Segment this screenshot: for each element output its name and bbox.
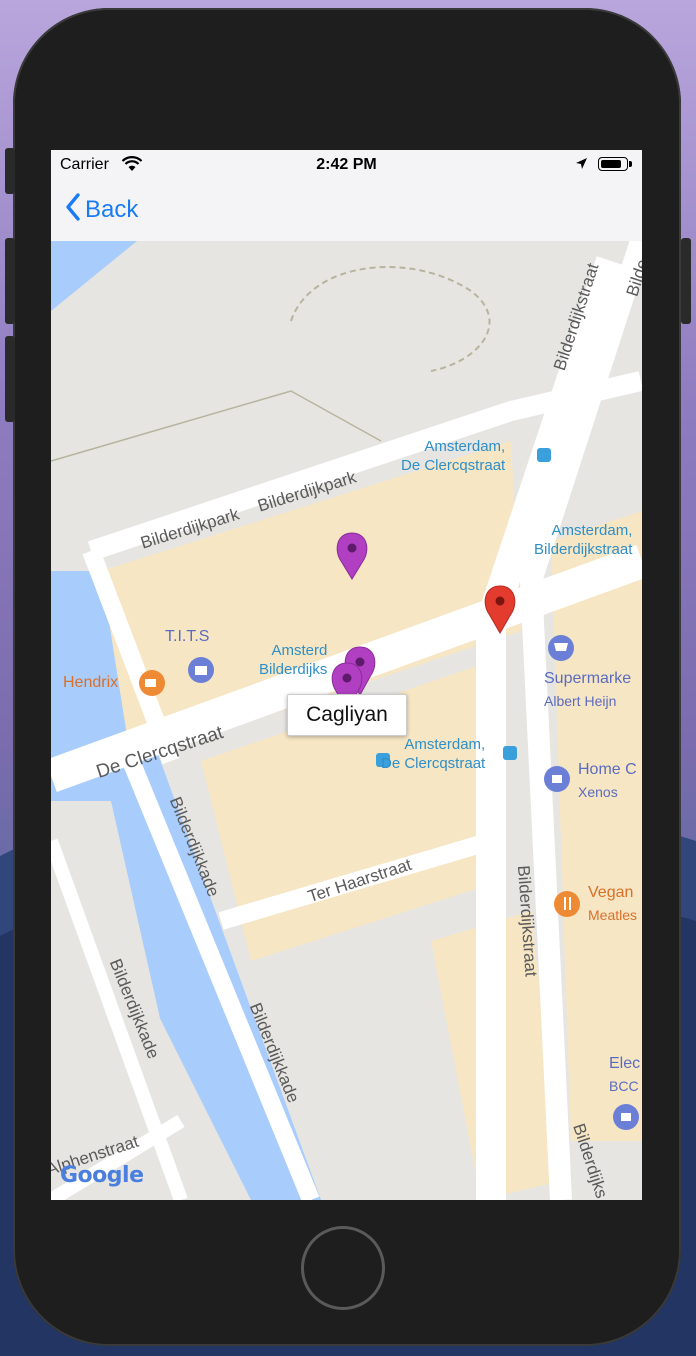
poi-label-supermarket: Supermarke bbox=[544, 670, 632, 687]
poi-label-elec-sub: BCC bbox=[609, 1078, 639, 1094]
cafe-poi-icon bbox=[139, 670, 165, 696]
poi-label-supermarket-sub: Albert Heijn bbox=[544, 693, 617, 709]
battery-nub bbox=[629, 161, 632, 167]
transit-label-2: Amsterdam, Bilderdijkstraat bbox=[534, 521, 632, 559]
chevron-left-icon bbox=[65, 192, 85, 228]
transit-icon-1 bbox=[537, 448, 551, 462]
map-view[interactable]: Bilderdijkpark Bilderdijkpark Bilderdijk… bbox=[51, 241, 642, 1200]
marker-info-window[interactable]: Cagliyan bbox=[287, 694, 407, 736]
transit-label-1-line1: Amsterdam, bbox=[424, 438, 506, 455]
transit-label-1: Amsterdam, De Clercqstraat bbox=[401, 437, 505, 475]
shop-poi-icon bbox=[544, 766, 570, 792]
transit-label-2-line1: Amsterdam, bbox=[551, 522, 633, 539]
supermarket-poi-icon bbox=[548, 635, 574, 661]
location-arrow-icon bbox=[575, 157, 588, 175]
transit-label-4-line2: De Clercqstraat bbox=[381, 755, 486, 772]
transit-label-3-line2: Bilderdijks bbox=[259, 661, 328, 678]
google-logo: Google bbox=[60, 1163, 144, 1188]
transit-label-3: Amsterd Bilderdijks bbox=[259, 641, 327, 679]
transit-label-2-line2: Bilderdijkstraat bbox=[534, 541, 633, 558]
power-button bbox=[681, 238, 691, 324]
poi-label-home: Home C bbox=[578, 761, 637, 778]
status-time: 2:42 PM bbox=[316, 156, 377, 173]
poi-label-hendrix: Hendrix bbox=[63, 674, 119, 691]
battery-icon bbox=[598, 157, 632, 171]
volume-down-button bbox=[5, 336, 15, 422]
back-button[interactable]: Back bbox=[65, 192, 138, 228]
transit-label-3-line1: Amsterd bbox=[271, 642, 328, 659]
transit-label-4-line1: Amsterdam, bbox=[404, 736, 486, 753]
poi-label-vegan-sub: Meatles bbox=[588, 907, 638, 923]
tits-poi-icon bbox=[188, 657, 214, 683]
restaurant-poi-icon bbox=[554, 891, 580, 917]
poi-label-tits: T.I.T.S bbox=[165, 628, 210, 645]
poi-label-elec: Elec bbox=[609, 1055, 641, 1072]
poi-label-vegan: Vegan bbox=[588, 884, 634, 901]
transit-label-1-line2: De Clercqstraat bbox=[401, 457, 506, 474]
poi-label-home-sub: Xenos bbox=[578, 784, 618, 800]
navigation-bar: Back bbox=[51, 180, 642, 242]
status-bar: Carrier 2:42 PM bbox=[51, 150, 642, 180]
volume-up-button bbox=[5, 238, 15, 324]
home-button[interactable] bbox=[301, 1226, 385, 1310]
mute-switch bbox=[5, 148, 15, 194]
back-button-label: Back bbox=[85, 196, 139, 223]
transit-label-4: Amsterdam, De Clercqstraat bbox=[381, 735, 485, 773]
electronics-poi-icon bbox=[613, 1104, 639, 1130]
app-screen: Carrier 2:42 PM Back Bilderdijkpark Bild… bbox=[51, 150, 642, 1200]
battery-fill bbox=[601, 160, 621, 168]
transit-icon-3 bbox=[503, 746, 517, 760]
